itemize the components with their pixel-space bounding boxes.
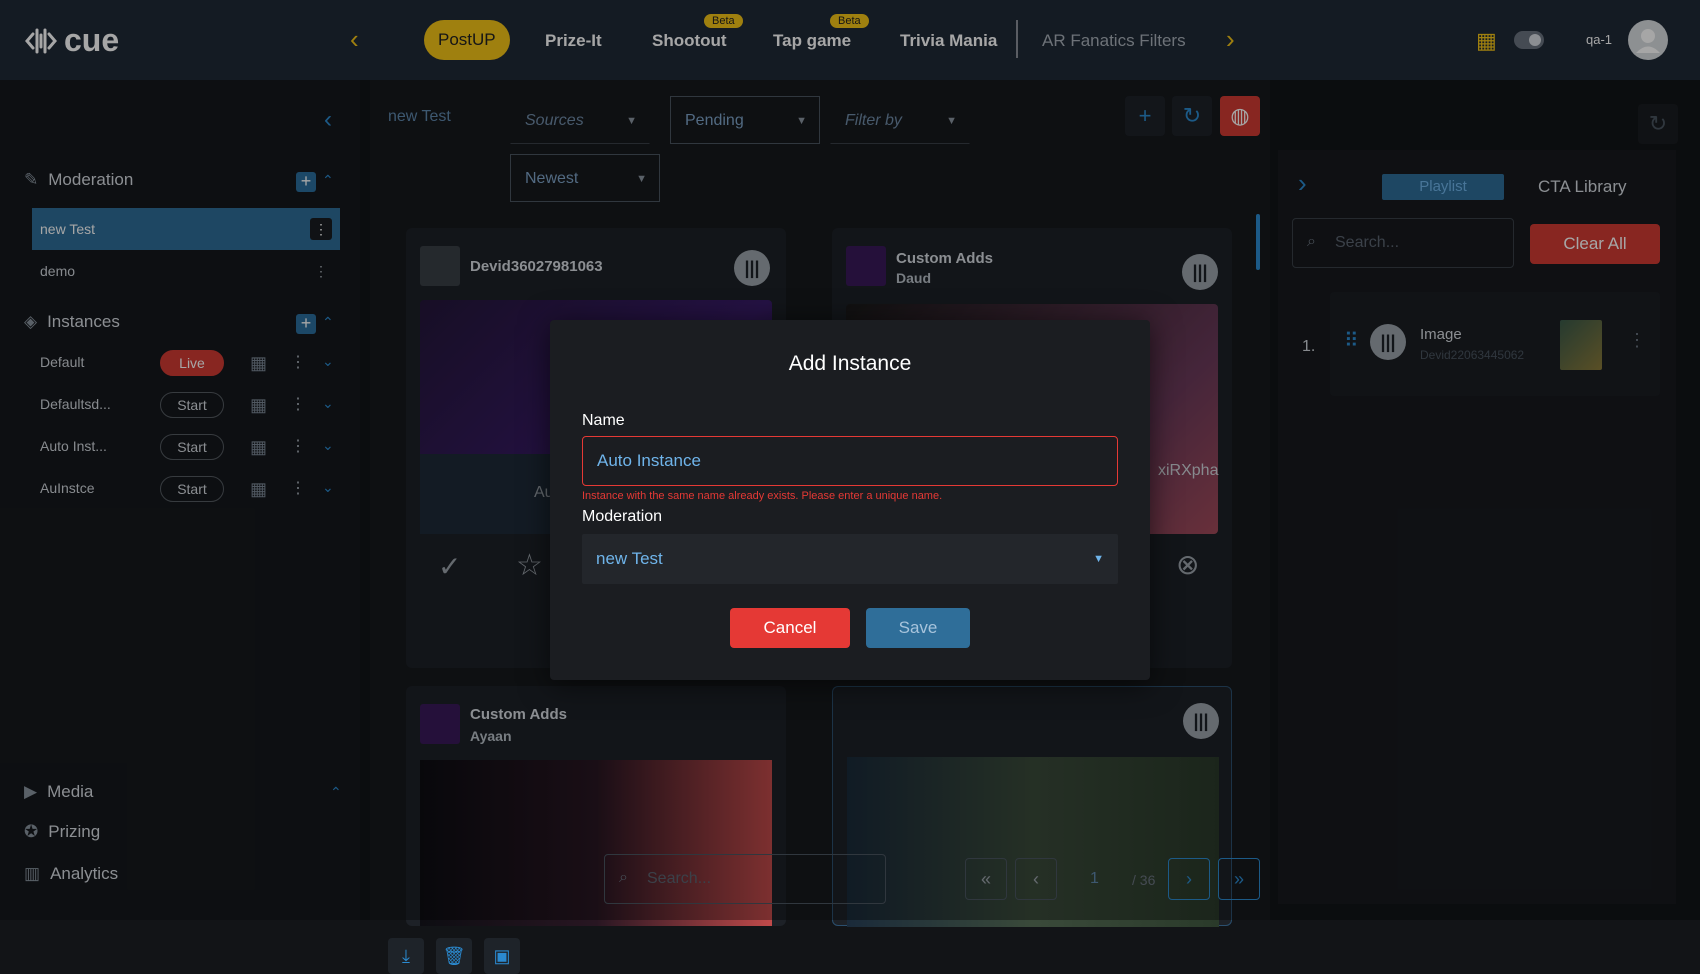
name-error-message: Instance with the same name already exis… [582, 490, 943, 502]
add-instance-dialog: Add Instance Name Auto Instance Instance… [550, 320, 1150, 680]
download-icon[interactable]: ⤓ [388, 938, 424, 974]
trash-icon[interactable]: 🗑 [436, 938, 472, 974]
caret-down-icon: ▼ [1093, 553, 1104, 565]
cancel-button[interactable]: Cancel [730, 608, 850, 648]
name-label: Name [582, 412, 625, 429]
save-button[interactable]: Save [866, 608, 970, 648]
dialog-title: Add Instance [788, 352, 912, 375]
select-all-icon[interactable]: ▣ [484, 938, 520, 974]
select-value: new Test [596, 549, 663, 568]
moderation-label: Moderation [582, 508, 663, 525]
instance-name-field[interactable]: Auto Instance [582, 436, 1118, 486]
moderation-select[interactable]: new Test ▼ [582, 534, 1118, 584]
